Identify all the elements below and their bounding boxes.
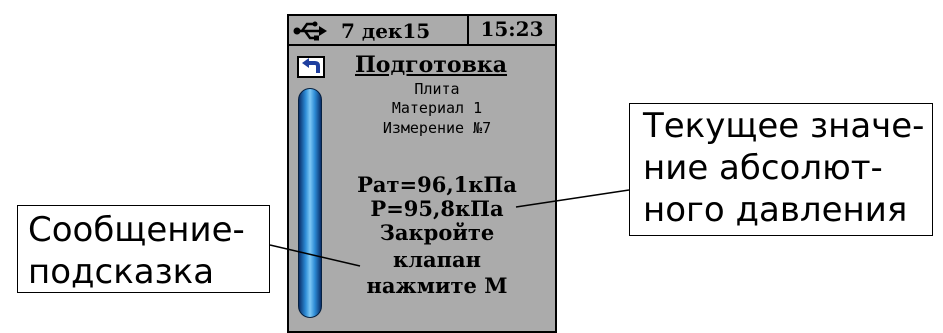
screen-title: Подготовка bbox=[355, 52, 508, 78]
callout-left-line-1: Сообщение- bbox=[28, 210, 245, 250]
callout-right-line-2: ние абсолют- bbox=[643, 148, 883, 188]
info-line-plate: Плита bbox=[414, 80, 460, 98]
device-screen: 7 дек15 15:23 Подготовка Плита Материал … bbox=[287, 14, 557, 333]
hint-line-2: клапан bbox=[393, 247, 481, 272]
info-line-measurement: Измерение №7 bbox=[382, 119, 492, 137]
back-arrow-icon bbox=[302, 58, 320, 73]
hint-message-callout: Сообщение- подсказка bbox=[17, 205, 270, 293]
callout-right-line-3: ного давления bbox=[643, 190, 908, 230]
absolute-pressure-callout: Текущее значе- ние абсолют- ного давлени… bbox=[629, 103, 933, 236]
usb-icon bbox=[293, 21, 327, 41]
atmospheric-pressure-value: Pат=96,1кПа bbox=[357, 172, 517, 197]
callout-left-line-2: подсказка bbox=[28, 252, 215, 292]
hint-line-1: Закройте bbox=[379, 220, 495, 245]
back-button[interactable] bbox=[297, 56, 325, 78]
hint-line-3: нажмите М bbox=[366, 273, 508, 298]
callout-right-line-1: Текущее значе- bbox=[643, 106, 925, 146]
info-line-material: Материал 1 bbox=[391, 99, 483, 117]
current-pressure-value: P=95,8кПа bbox=[370, 196, 504, 221]
date-label: 7 дек15 bbox=[341, 19, 431, 43]
time-label: 15:23 bbox=[467, 16, 555, 44]
status-bar: 7 дек15 15:23 bbox=[289, 16, 555, 46]
